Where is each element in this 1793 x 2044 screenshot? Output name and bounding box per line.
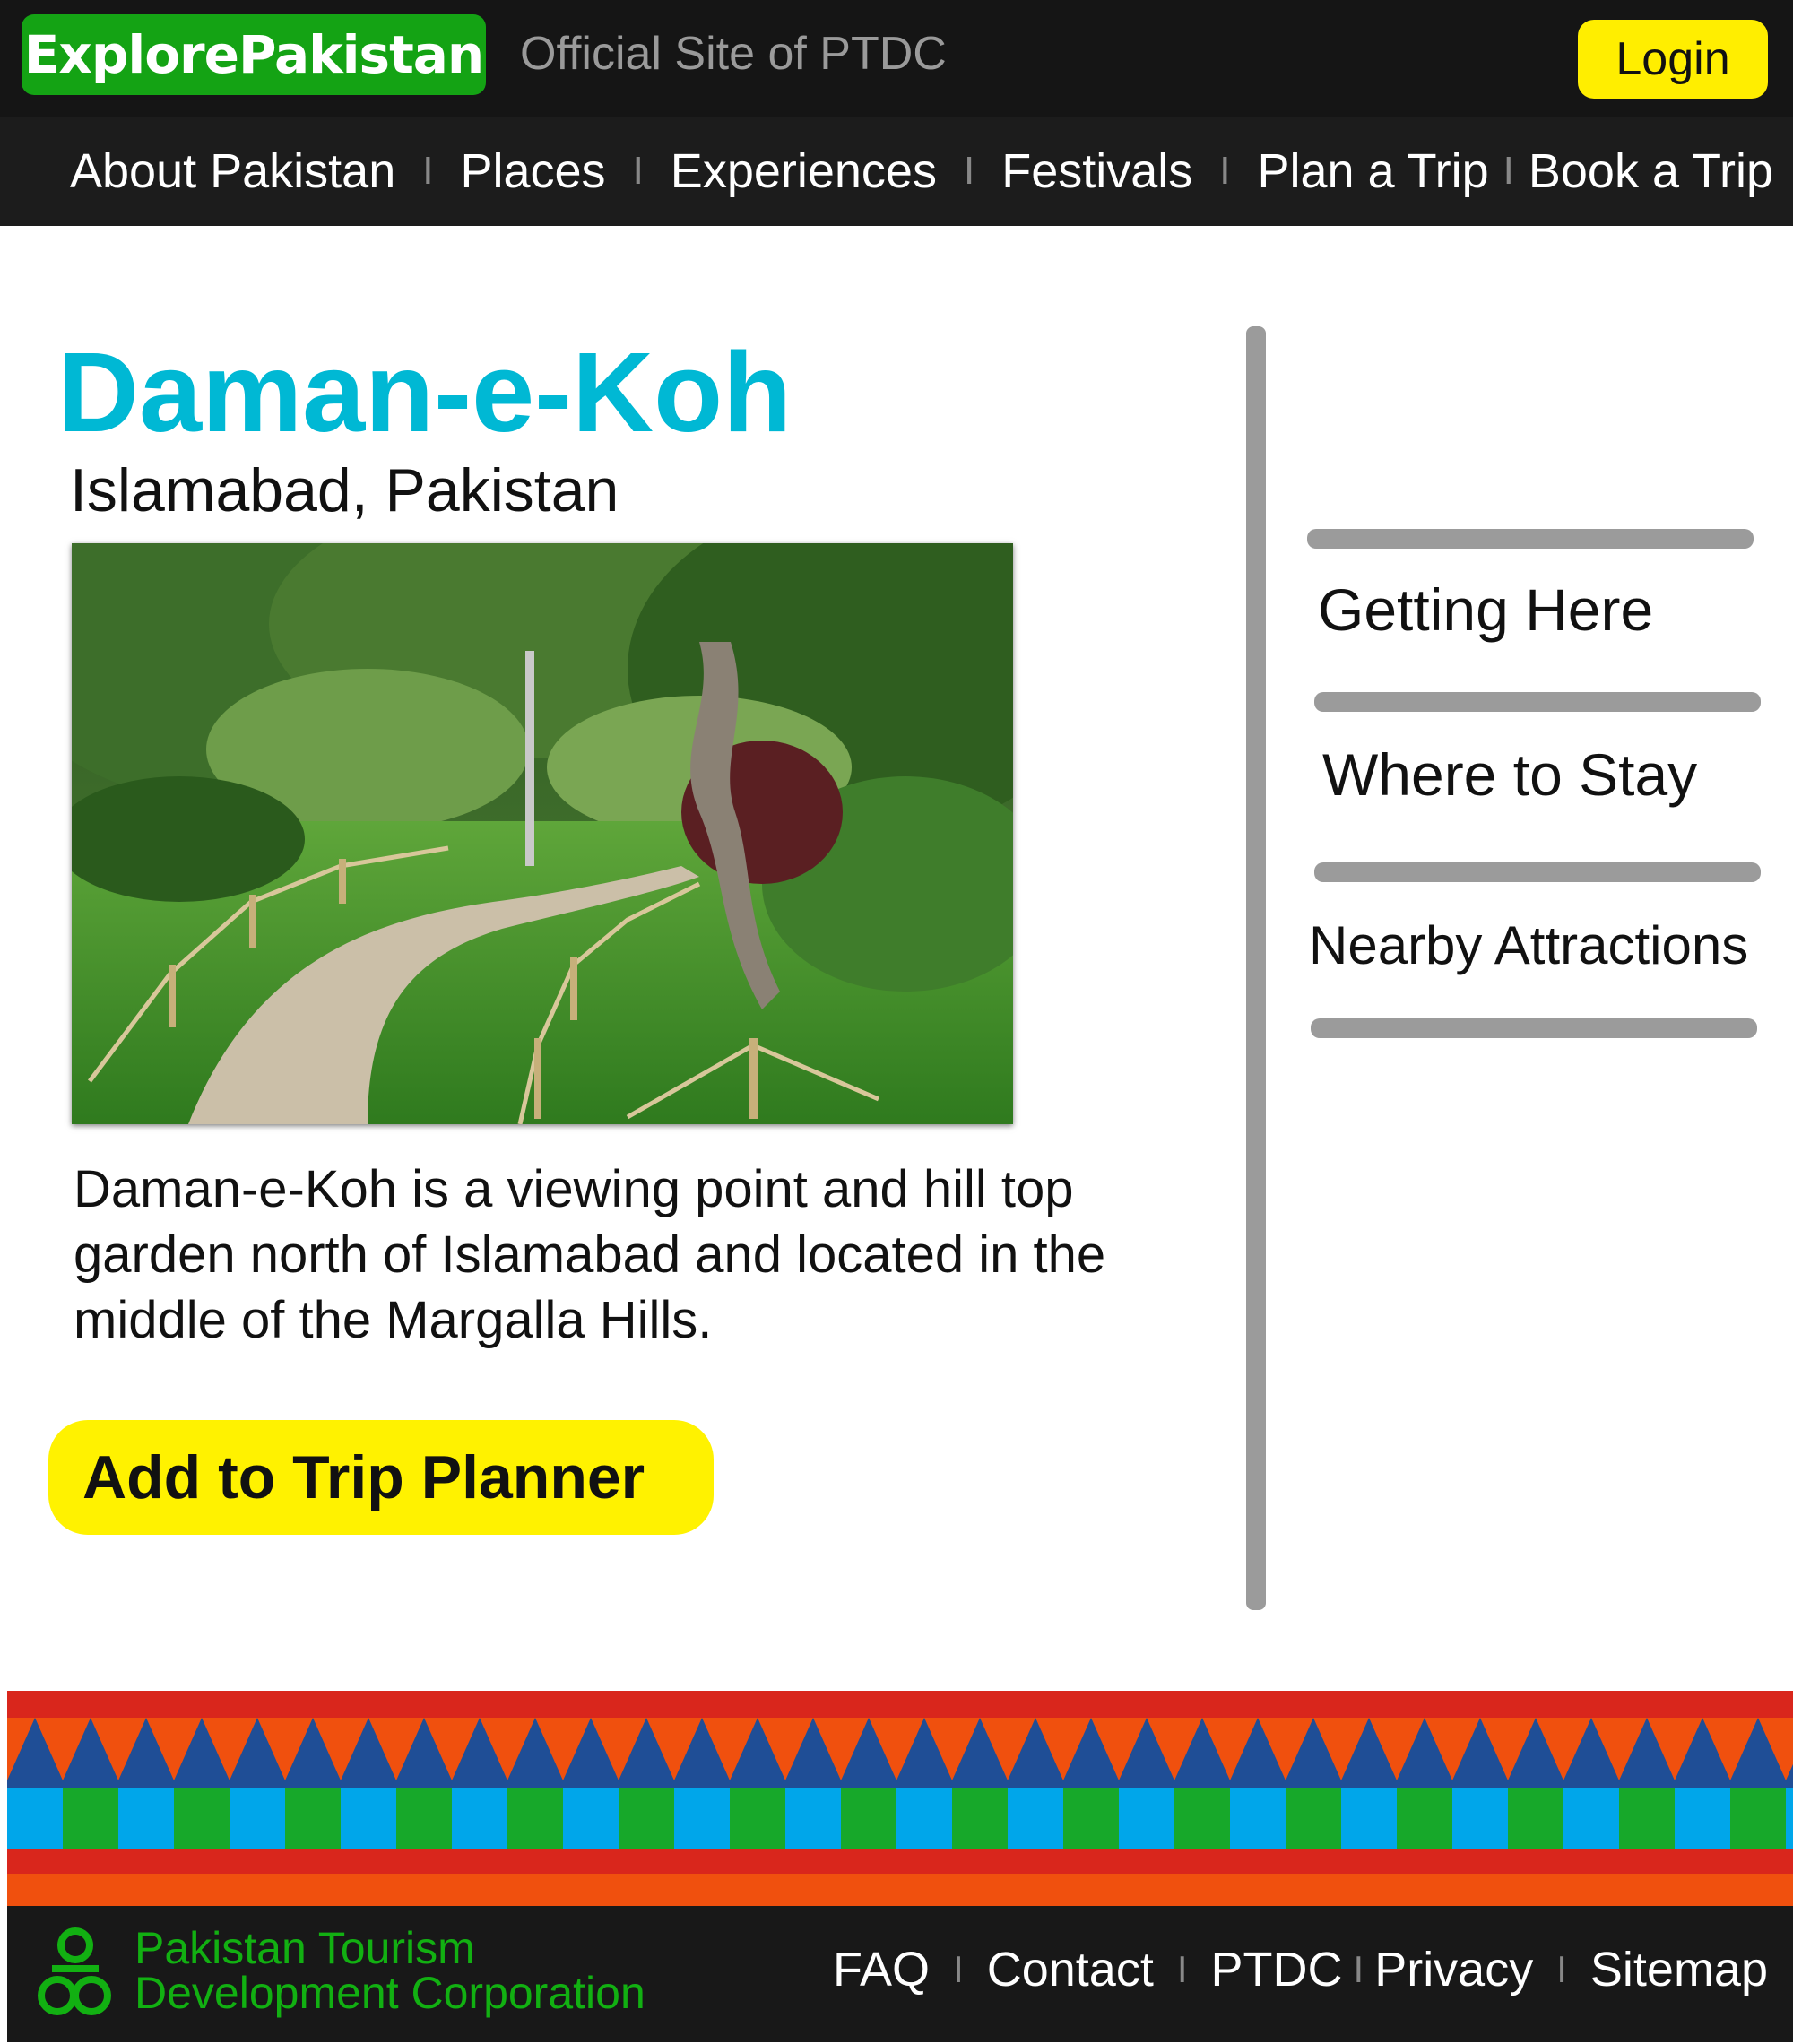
- pattern-red-stripe: [7, 1849, 1793, 1874]
- pattern-block: [396, 1788, 452, 1849]
- garden-path-image: [72, 543, 1013, 1124]
- nav-plan-a-trip[interactable]: Plan a Trip: [1257, 143, 1488, 199]
- sidebar-divider: [1311, 1018, 1757, 1038]
- footer-separator: I: [1176, 1948, 1188, 1990]
- sidebar-divider: [1314, 862, 1761, 882]
- footer: Pakistan Tourism Development Corporation…: [7, 1906, 1793, 2042]
- nav-separator: I: [1219, 149, 1231, 193]
- nav-separator: I: [1503, 149, 1514, 193]
- footer-link-sitemap[interactable]: Sitemap: [1590, 1942, 1768, 1997]
- pattern-block: [730, 1788, 785, 1849]
- pattern-block: [174, 1788, 230, 1849]
- nav-festivals[interactable]: Festivals: [1001, 143, 1192, 199]
- pattern-block: [230, 1788, 285, 1849]
- pattern-block: [619, 1788, 674, 1849]
- page-title: Daman-e-Koh: [57, 329, 793, 455]
- nav-book-a-trip[interactable]: Book a Trip: [1529, 143, 1773, 199]
- pattern-block: [1008, 1788, 1063, 1849]
- nav-experiences[interactable]: Experiences: [671, 143, 937, 199]
- pattern-block: [507, 1788, 563, 1849]
- pattern-block: [452, 1788, 507, 1849]
- pattern-block: [952, 1788, 1008, 1849]
- footer-separator: I: [953, 1948, 964, 1990]
- add-to-trip-planner-button[interactable]: Add to Trip Planner: [48, 1420, 714, 1535]
- pattern-block: [674, 1788, 730, 1849]
- sidebar-link-where-to-stay[interactable]: Where to Stay: [1322, 741, 1697, 809]
- footer-links: FAQ I Contact I PTDC I Privacy I Sitemap: [833, 1942, 1768, 1997]
- pattern-block: [63, 1788, 118, 1849]
- pattern-block: [1230, 1788, 1286, 1849]
- nav-separator: I: [632, 149, 644, 193]
- ptdc-org-name: Pakistan Tourism Development Corporation: [134, 1926, 645, 2015]
- pattern-red-stripe: [7, 1691, 1793, 1718]
- ptdc-logo-icon: [38, 1927, 111, 2015]
- pattern-block: [1508, 1788, 1563, 1849]
- location-subtitle: Islamabad, Pakistan: [70, 456, 619, 524]
- pattern-block: [7, 1788, 63, 1849]
- pattern-block: [896, 1788, 952, 1849]
- ptdc-org-line2: Development Corporation: [134, 1968, 645, 2018]
- pattern-graphic: [7, 1691, 1793, 1906]
- nav-places[interactable]: Places: [460, 143, 605, 199]
- main-nav: About Pakistan I Places I Experiences I …: [0, 117, 1793, 226]
- pattern-orange-stripe: [7, 1874, 1793, 1906]
- pattern-block: [1119, 1788, 1174, 1849]
- pattern-block: [118, 1788, 174, 1849]
- pattern-block: [1063, 1788, 1119, 1849]
- pattern-block: [341, 1788, 396, 1849]
- ptdc-org-line1: Pakistan Tourism: [134, 1923, 475, 1973]
- footer-link-faq[interactable]: FAQ: [833, 1942, 930, 1997]
- decorative-pattern-band: [7, 1691, 1793, 1906]
- pattern-block: [1286, 1788, 1341, 1849]
- footer-link-privacy[interactable]: Privacy: [1374, 1942, 1533, 1997]
- pattern-navy-line: [7, 1780, 1793, 1788]
- sidebar-divider: [1314, 692, 1761, 712]
- sidebar-link-getting-here[interactable]: Getting Here: [1318, 576, 1653, 644]
- pattern-block: [1730, 1788, 1786, 1849]
- footer-link-ptdc[interactable]: PTDC: [1211, 1942, 1343, 1997]
- pattern-block: [563, 1788, 619, 1849]
- vertical-divider: [1246, 326, 1266, 1610]
- sidebar-link-nearby-attractions[interactable]: Nearby Attractions: [1309, 914, 1748, 976]
- sidebar-divider: [1307, 529, 1754, 549]
- pattern-block: [785, 1788, 841, 1849]
- nav-separator: I: [963, 149, 975, 193]
- pattern-block: [1619, 1788, 1675, 1849]
- pattern-block: [1786, 1788, 1793, 1849]
- site-tagline: Official Site of PTDC: [520, 28, 947, 80]
- nav-separator: I: [422, 149, 434, 193]
- explore-pakistan-logo[interactable]: ExplorePakistan: [22, 14, 486, 95]
- garden-path-photo: [72, 543, 1013, 1124]
- footer-link-contact[interactable]: Contact: [987, 1942, 1154, 1997]
- login-button[interactable]: Login: [1578, 20, 1768, 99]
- pattern-block: [1675, 1788, 1730, 1849]
- pattern-block: [1397, 1788, 1452, 1849]
- footer-separator: I: [1556, 1948, 1567, 1990]
- pattern-block: [1563, 1788, 1619, 1849]
- nav-about-pakistan[interactable]: About Pakistan: [70, 143, 395, 199]
- pattern-block: [841, 1788, 896, 1849]
- footer-separator: I: [1353, 1948, 1364, 1990]
- top-bar: ExplorePakistan Official Site of PTDC Lo…: [0, 0, 1793, 117]
- place-description: Daman-e-Koh is a viewing point and hill …: [74, 1160, 1106, 1349]
- pattern-block: [1341, 1788, 1397, 1849]
- pattern-block: [1174, 1788, 1230, 1849]
- pattern-block: [1452, 1788, 1508, 1849]
- pattern-block: [285, 1788, 341, 1849]
